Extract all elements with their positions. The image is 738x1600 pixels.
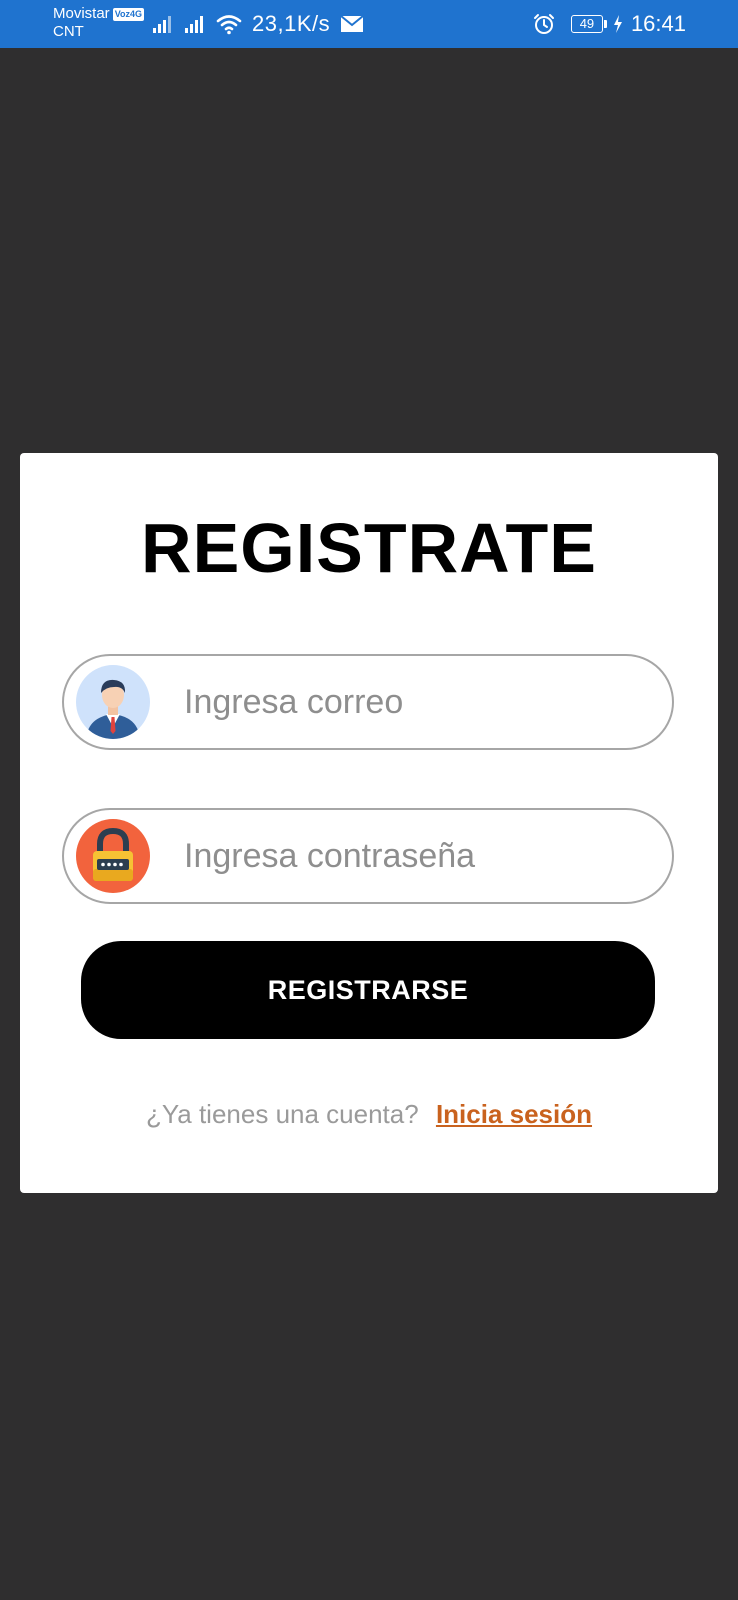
- email-input[interactable]: [184, 682, 644, 722]
- carrier-info: Movistar Voz4G CNT: [53, 5, 145, 41]
- password-field[interactable]: [62, 808, 674, 904]
- clock: 16:41: [630, 11, 686, 36]
- user-avatar-icon: [76, 665, 150, 739]
- charging-icon: [613, 15, 622, 33]
- signal-icon: [153, 16, 171, 33]
- wifi-icon: [216, 15, 242, 35]
- battery-tip: [603, 20, 607, 28]
- status-bar: Movistar Voz4G CNT 23,1K/s 49 16:41: [0, 0, 738, 48]
- login-prompt-row: ¿Ya tienes una cuenta? Inicia sesión: [20, 1098, 718, 1130]
- status-icons-left: 23,1K/s: [152, 10, 364, 38]
- password-input[interactable]: [184, 836, 644, 876]
- alarm-icon: [533, 14, 554, 34]
- register-card: REGISTRATE Ingresa correo REGISTRARSE ¿Y…: [20, 453, 718, 1193]
- network-speed: 23,1K/s: [252, 11, 331, 36]
- register-button[interactable]: REGISTRARSE: [81, 941, 655, 1039]
- carrier-secondary: CNT: [53, 23, 84, 40]
- volte-badge: Voz4G: [112, 7, 145, 21]
- status-icons-right: 49 16:41: [533, 10, 686, 38]
- email-field[interactable]: [62, 654, 674, 750]
- login-question: ¿Ya tienes una cuenta?: [145, 1099, 419, 1129]
- mail-icon: [340, 15, 364, 32]
- login-link[interactable]: Inicia sesión: [436, 1099, 592, 1129]
- carrier-primary: Movistar: [53, 5, 110, 22]
- battery-indicator: 49: [570, 15, 603, 33]
- signal-icon-2: [185, 16, 203, 33]
- padlock-icon: [76, 819, 150, 893]
- page-title: REGISTRATE: [141, 509, 597, 587]
